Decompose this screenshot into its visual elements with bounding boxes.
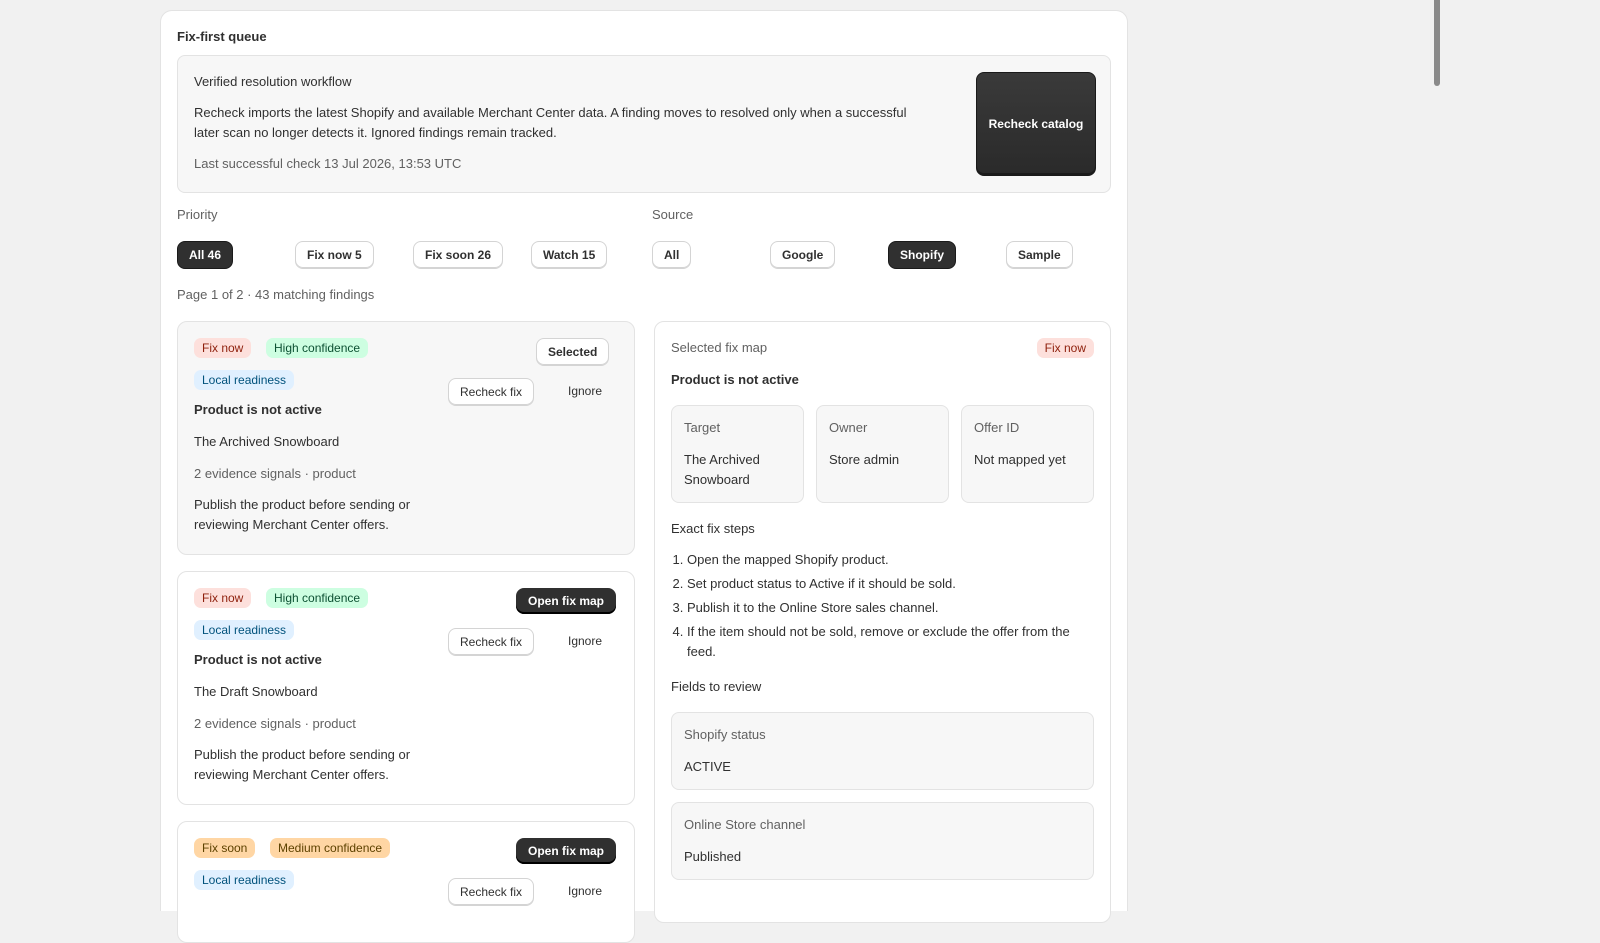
- fix-step: Publish it to the Online Store sales cha…: [687, 598, 1097, 618]
- fix-step: Set product status to Active if it shoul…: [687, 574, 1097, 594]
- finding-evidence: 2 evidence signals · product: [194, 716, 356, 731]
- target-box: Target The Archived Snowboard: [671, 405, 804, 503]
- open-fix-map-button[interactable]: Open fix map: [516, 838, 617, 864]
- target-label: Target: [684, 420, 721, 435]
- source-filter-shopify[interactable]: Shopify: [888, 241, 956, 269]
- field-label: Online Store channel: [684, 817, 806, 832]
- last-check-text: Last successful check 13 Jul 2026, 13:53…: [194, 156, 462, 171]
- confidence-badge: High confidence: [266, 338, 369, 358]
- category-badge: Local readiness: [194, 620, 295, 640]
- workflow-banner: Verified resolution workflow Recheck imp…: [177, 55, 1111, 193]
- workflow-heading: Verified resolution workflow: [194, 74, 352, 89]
- priority-badge: Fix now: [194, 588, 252, 608]
- owner-value: Store admin: [829, 452, 900, 467]
- offer-id-label: Offer ID: [974, 420, 1020, 435]
- selected-fix-map-panel: Selected fix map Fix now Product is not …: [654, 321, 1111, 923]
- priority-badge: Fix soon: [194, 838, 256, 858]
- fix-first-queue-panel: Fix-first queue Verified resolution work…: [160, 10, 1128, 943]
- selected-button[interactable]: Selected: [536, 338, 610, 366]
- confidence-badge: High confidence: [266, 588, 369, 608]
- target-value: The Archived Snowboard: [684, 452, 760, 487]
- fix-step: Open the mapped Shopify product.: [687, 550, 1097, 570]
- category-badge: Local readiness: [194, 370, 295, 390]
- ignore-button[interactable]: Ignore: [568, 884, 602, 898]
- priority-filter-all[interactable]: All 46: [177, 241, 234, 269]
- category-badge: Local readiness: [194, 870, 295, 890]
- finding-advice: Publish the product before sending or re…: [194, 497, 411, 532]
- offer-id-value: Not mapped yet: [974, 452, 1066, 467]
- page-scrollbar[interactable]: [1434, 0, 1440, 86]
- fix-steps-heading: Exact fix steps: [671, 521, 755, 536]
- priority-badge: Fix now: [194, 338, 252, 358]
- field-label: Shopify status: [684, 727, 766, 742]
- source-filter-google[interactable]: Google: [770, 241, 836, 269]
- finding-advice: Publish the product before sending or re…: [194, 747, 411, 782]
- recheck-fix-button[interactable]: Recheck fix: [448, 378, 535, 406]
- pagination-text: Page 1 of 2 · 43 matching findings: [177, 287, 375, 302]
- priority-filter-watch[interactable]: Watch 15: [531, 241, 608, 269]
- open-fix-map-button[interactable]: Open fix map: [516, 588, 617, 614]
- ignore-button[interactable]: Ignore: [568, 634, 602, 648]
- recheck-fix-button[interactable]: Recheck fix: [448, 878, 535, 906]
- offer-id-box: Offer ID Not mapped yet: [961, 405, 1094, 503]
- online-store-channel-field: Online Store channel Published: [671, 802, 1094, 880]
- finding-title: Product is not active: [194, 652, 322, 667]
- fix-map-priority-badge: Fix now: [1036, 338, 1094, 358]
- source-filter-all[interactable]: All: [652, 241, 692, 269]
- finding-card[interactable]: Fix now High confidence Local readiness …: [177, 321, 635, 555]
- priority-filter-fix-now[interactable]: Fix now 5: [295, 241, 374, 269]
- workflow-description: Recheck imports the latest Shopify and a…: [194, 105, 907, 140]
- recheck-catalog-button[interactable]: Recheck catalog: [976, 72, 1096, 176]
- owner-box: Owner Store admin: [816, 405, 949, 503]
- fields-heading: Fields to review: [671, 679, 762, 694]
- finding-product: The Archived Snowboard: [194, 434, 340, 449]
- fix-map-title: Product is not active: [671, 372, 799, 387]
- priority-filter-fix-soon[interactable]: Fix soon 26: [413, 241, 504, 269]
- fix-map-heading: Selected fix map: [671, 340, 768, 355]
- finding-product: The Draft Snowboard: [194, 684, 318, 699]
- finding-card[interactable]: Fix soon Medium confidence Local readine…: [177, 821, 635, 943]
- priority-label: Priority: [177, 207, 218, 222]
- source-filter-sample[interactable]: Sample: [1006, 241, 1073, 269]
- ignore-button[interactable]: Ignore: [568, 384, 602, 398]
- confidence-badge: Medium confidence: [270, 838, 391, 858]
- fix-step: If the item should not be sold, remove o…: [687, 622, 1097, 662]
- source-label: Source: [652, 207, 694, 222]
- shopify-status-field: Shopify status ACTIVE: [671, 712, 1094, 790]
- finding-evidence: 2 evidence signals · product: [194, 466, 356, 481]
- field-value: Published: [684, 849, 742, 864]
- queue-title: Fix-first queue: [177, 29, 267, 44]
- finding-card[interactable]: Fix now High confidence Local readiness …: [177, 571, 635, 805]
- field-value: ACTIVE: [684, 759, 731, 774]
- fix-steps-list: Open the mapped Shopify product. Set pro…: [671, 550, 1097, 666]
- owner-label: Owner: [829, 420, 868, 435]
- recheck-fix-button[interactable]: Recheck fix: [448, 628, 535, 656]
- finding-title: Product is not active: [194, 402, 322, 417]
